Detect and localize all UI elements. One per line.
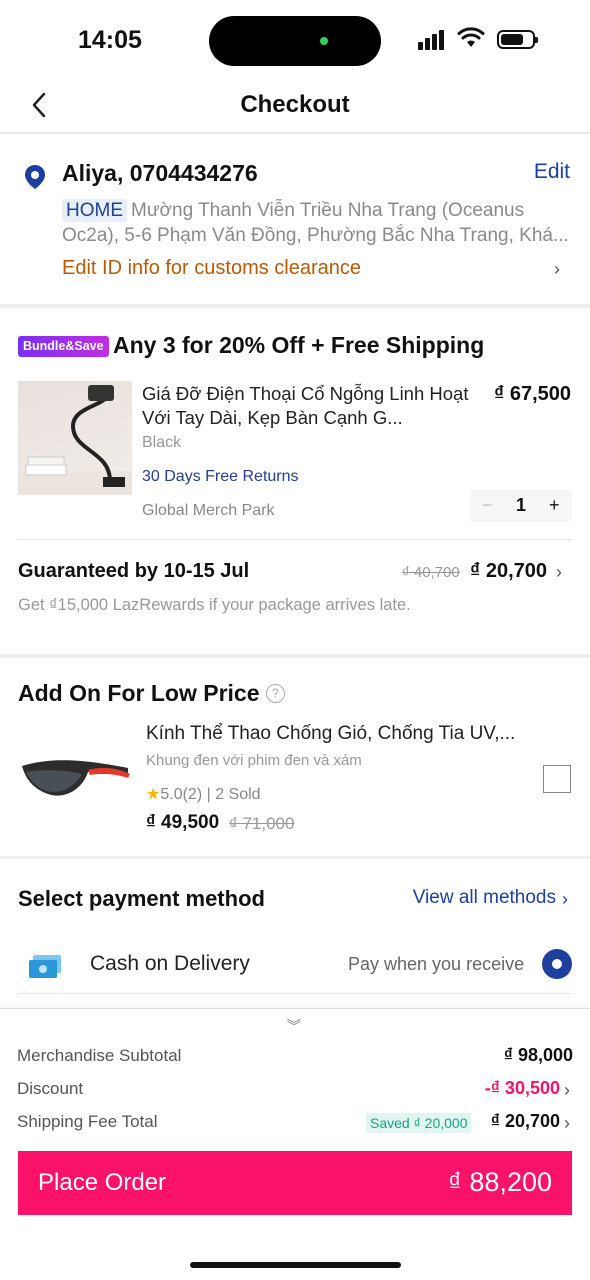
address-line-2: Oc2a), 5-6 Phạm Văn Đồng, Phường Bắc Nha… — [62, 225, 569, 246]
section-divider — [0, 856, 590, 859]
payment-section-title: Select payment method — [18, 886, 265, 911]
home-indicator[interactable] — [190, 1262, 401, 1268]
row-divider — [18, 539, 572, 540]
addon-section-title: Add On For Low Price — [18, 680, 260, 706]
dynamic-island — [209, 16, 381, 66]
bundle-badge: Bundle&Save — [18, 336, 109, 357]
shipping-fee-value[interactable]: ₫ 20,700 — [491, 1111, 560, 1132]
discount-value[interactable]: -₫ 30,500 — [485, 1078, 560, 1099]
delivery-guarantee: Guaranteed by 10-15 Jul — [18, 560, 250, 582]
decrease-quantity-button[interactable]: − — [482, 495, 493, 516]
chevron-right-icon[interactable]: › — [564, 1080, 570, 1101]
order-total: ₫ 88,200 — [448, 1167, 552, 1197]
addon-product-rating: ★5.0(2) | 2 Sold — [146, 786, 261, 803]
address-tag: HOME — [62, 199, 127, 222]
bundle-title[interactable]: Any 3 for 20% Off + Free Shipping — [113, 332, 484, 359]
cellular-signal-icon — [418, 30, 450, 50]
page-title: Checkout — [240, 91, 350, 118]
recipient-name-phone: Aliya, 0704434276 — [62, 160, 258, 186]
chevron-right-icon[interactable]: › — [556, 562, 562, 583]
payment-method-name[interactable]: Cash on Delivery — [90, 952, 250, 976]
shipping-fee: ₫ 20,700 — [470, 560, 547, 582]
top-bar: Checkout — [0, 80, 590, 134]
edit-address-link[interactable]: Edit — [534, 160, 570, 184]
discount-label: Discount — [17, 1079, 84, 1098]
shop-name: Global Merch Park — [142, 502, 275, 519]
battery-icon — [497, 30, 538, 49]
customs-info-link[interactable]: Edit ID info for customs clearance — [62, 257, 361, 280]
address-line-1: HOME Mường Thanh Viễn Triều Nha Trang (Oc… — [62, 199, 524, 222]
payment-method-note: Pay when you receive — [348, 954, 525, 974]
product-variant: Black — [142, 434, 182, 451]
subtotal-label: Merchandise Subtotal — [17, 1046, 182, 1065]
payment-method-radio[interactable] — [542, 949, 572, 979]
wifi-icon — [457, 27, 485, 47]
place-order-button[interactable]: Place Order ₫ 88,200 — [18, 1151, 572, 1215]
addon-product-price: ₫ 49,500 — [146, 812, 220, 833]
subtotal-value: ₫ 98,000 — [503, 1045, 573, 1065]
addon-product-name[interactable]: Kính Thể Thao Chống Gió, Chống Tia UV,..… — [146, 723, 515, 745]
chevron-right-icon[interactable]: › — [564, 1113, 570, 1134]
addon-product-variant: Khung đen với phim đen và xám — [146, 752, 362, 769]
section-divider — [0, 304, 590, 308]
product-price: ₫ 67,500 — [494, 383, 571, 405]
shipping-saved-badge: Saved ₫ 20,000 — [366, 1113, 472, 1133]
place-order-label: Place Order — [38, 1169, 167, 1196]
late-delivery-reward-note: Get ₫15,000 LazRewards if your package a… — [18, 596, 411, 614]
quantity-stepper[interactable]: − 1 + — [470, 490, 572, 522]
increase-quantity-button[interactable]: + — [549, 495, 560, 516]
cash-icon — [29, 955, 61, 978]
chevron-right-icon[interactable]: › — [554, 259, 560, 280]
addon-original-price: ₫ 71,000 — [229, 814, 295, 833]
collapse-chevron-icon[interactable]: ︾ — [287, 1016, 301, 1036]
row-divider — [18, 993, 572, 994]
shipping-fee-label: Shipping Fee Total — [17, 1112, 158, 1131]
status-time: 14:05 — [78, 26, 142, 54]
product-name[interactable]: Giá Đỡ Điện Thoại Cổ Ngỗng Linh Hoạt Với… — [142, 382, 472, 430]
chevron-right-icon[interactable]: › — [562, 889, 568, 910]
free-returns-label: 30 Days Free Returns — [142, 468, 299, 485]
addon-select-checkbox[interactable] — [543, 765, 571, 793]
help-icon[interactable]: ? — [266, 684, 285, 703]
section-divider — [0, 654, 590, 658]
original-shipping-fee: ₫ 40,700 — [402, 564, 460, 581]
product-image[interactable] — [18, 381, 132, 495]
status-bar: 14:05 — [0, 0, 590, 80]
star-icon: ★ — [146, 786, 161, 803]
addon-product-image[interactable] — [18, 748, 132, 808]
location-pin-icon — [25, 165, 45, 189]
quantity-value: 1 — [516, 495, 527, 515]
camera-indicator-icon — [320, 37, 328, 45]
